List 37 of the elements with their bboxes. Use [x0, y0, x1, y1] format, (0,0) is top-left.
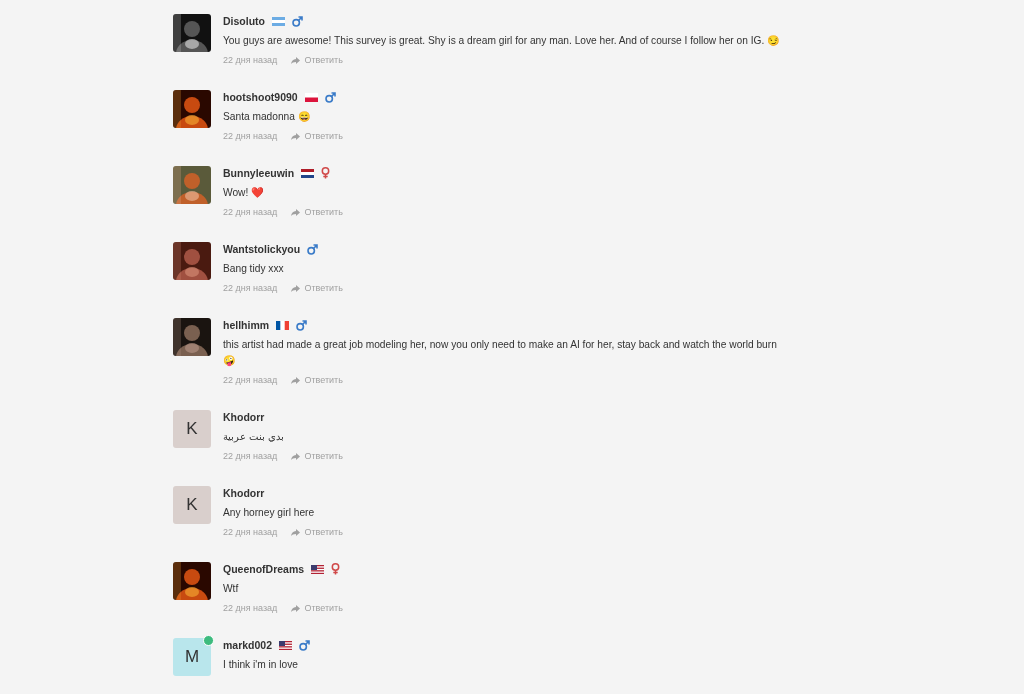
comment-text: Wtf — [223, 582, 240, 596]
avatar: M — [173, 638, 211, 676]
reply-icon — [291, 604, 301, 612]
comment-text: Any horney girl here — [223, 506, 316, 520]
comment-text: Wow! ❤ — [223, 186, 266, 200]
author-name[interactable]: Disoluto — [223, 15, 265, 27]
comment-time: 22 дня назад — [223, 207, 278, 217]
reply-icon — [291, 284, 301, 292]
reply-icon — [291, 56, 301, 64]
author-name[interactable]: markd002 — [223, 639, 273, 651]
author-name[interactable]: Wantstolickyou — [223, 243, 301, 255]
author-name[interactable]: Bunnyleeuwin — [223, 167, 295, 179]
avatar: K — [173, 410, 211, 448]
comment-text: Santa madonna 😄 — [223, 110, 312, 124]
reply-icon — [291, 132, 301, 140]
comment-text: بدي بنت عربية — [223, 430, 285, 445]
comment-text: You guys are awesome! This survey is great. Shy is a dream girl for any man. Love her. And of course I follow her on IG. 😏 — [223, 34, 781, 48]
author-name[interactable]: QueenofDreams — [223, 563, 305, 575]
author-name[interactable]: Khodorr — [223, 411, 265, 423]
reply-icon — [291, 208, 301, 216]
author-name[interactable]: Khodorr — [223, 487, 265, 499]
comment-time: 22 дня назад — [223, 527, 278, 537]
comment-text: Bang tidy xxx — [223, 262, 285, 276]
comment-time: 22 дня назад — [223, 131, 278, 141]
comment-time: 22 дня назад — [223, 55, 278, 65]
reply-icon — [291, 528, 301, 536]
avatar: K — [173, 486, 211, 524]
comment-time: 22 дня назад — [223, 603, 278, 613]
comment-time: 22 дня назад — [223, 283, 278, 293]
author-name[interactable]: hootshoot9090 — [223, 91, 298, 103]
author-name[interactable]: hellhimm — [223, 319, 270, 331]
comment-text: I think i'm in love — [223, 658, 299, 672]
reply-icon — [291, 376, 301, 384]
comment-time: 22 дня назад — [223, 375, 278, 385]
reply-icon — [291, 452, 301, 460]
comment-time: 22 дня назад — [223, 451, 278, 461]
comment-text: this artist had made a great job modeling her, now you only need to make an AI for her, stay back and watch the world burn 🤪 — [223, 338, 778, 368]
